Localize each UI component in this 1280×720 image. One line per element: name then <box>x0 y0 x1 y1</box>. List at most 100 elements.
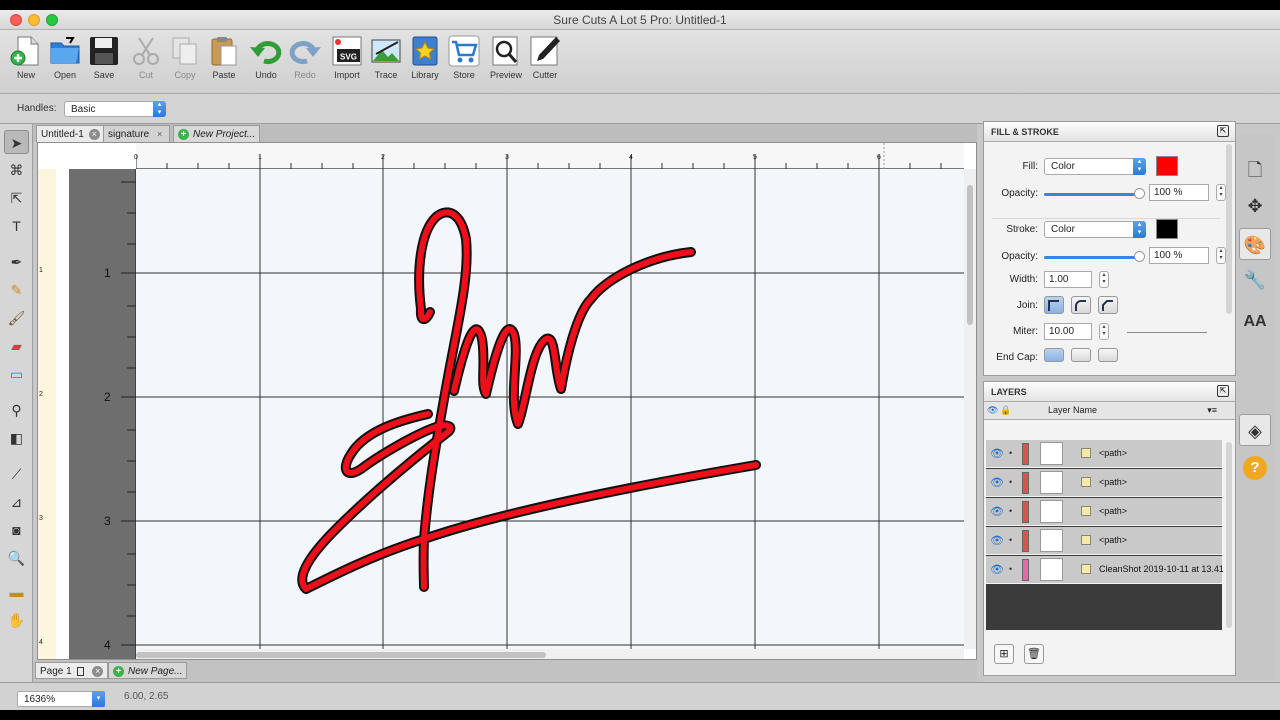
text-settings-tab[interactable]: AA <box>1239 304 1271 336</box>
zoom-tool[interactable]: 🔍 <box>4 546 29 570</box>
text-tool[interactable]: T <box>4 214 29 238</box>
join-bevel-button[interactable] <box>1098 296 1118 314</box>
panel-scrollbar[interactable] <box>1226 144 1232 314</box>
visibility-eye-icon[interactable]: 👁 <box>990 563 1004 576</box>
layer-row[interactable]: 👁 • <path> <box>986 527 1222 555</box>
layer-color-chip[interactable] <box>1022 443 1029 465</box>
tab-signature[interactable]: signature × <box>103 125 171 142</box>
layer-row[interactable]: 👁 • <path> <box>986 498 1222 526</box>
visibility-eye-icon[interactable]: 👁 <box>990 447 1004 460</box>
cap-round-button[interactable] <box>1071 348 1091 362</box>
layers-tab[interactable]: ◈ <box>1239 414 1271 446</box>
layer-color-chip[interactable] <box>1022 501 1029 523</box>
handles-select[interactable]: Basic ▴ ▾ <box>64 101 166 117</box>
lock-dot-icon[interactable]: • <box>1009 448 1012 458</box>
weld-tool[interactable]: ⌘ <box>4 158 29 182</box>
stroke-type-select[interactable]: Color ▴ ▾ <box>1044 221 1146 238</box>
brush-tool[interactable]: 🖌 <box>4 306 29 330</box>
visibility-eye-icon[interactable]: 👁 <box>990 505 1004 518</box>
lock-dot-icon[interactable]: • <box>1009 506 1012 516</box>
new-project-tab[interactable]: + New Project... <box>173 125 261 142</box>
join-miter-button[interactable] <box>1044 296 1064 314</box>
stroke-width-field[interactable]: 1.00 <box>1044 271 1092 288</box>
lock-dot-icon[interactable]: • <box>1009 535 1012 545</box>
horizontal-scroll-thumb[interactable] <box>136 652 546 658</box>
zoom-select[interactable]: 1636% ▾ <box>17 691 105 707</box>
library-button[interactable]: Library <box>405 34 445 90</box>
visibility-eye-icon[interactable]: 👁 <box>990 534 1004 547</box>
tab-page-1[interactable]: Page 1 × <box>35 662 109 679</box>
column-menu-icon[interactable]: ▾≡ <box>1207 405 1217 416</box>
grid-and-signature[interactable] <box>136 169 964 649</box>
store-button[interactable]: Store <box>444 34 484 90</box>
join-round-button[interactable] <box>1071 296 1091 314</box>
stroke-opacity-knob[interactable] <box>1134 251 1145 262</box>
cutter-button[interactable]: Cutter <box>525 34 565 90</box>
stroke-color-swatch[interactable] <box>1156 219 1178 239</box>
paste-button[interactable]: Paste <box>204 34 244 90</box>
layer-color-chip[interactable] <box>1022 530 1029 552</box>
mat-board[interactable] <box>136 169 964 649</box>
document-settings-tab[interactable]: 🗋 <box>1239 154 1271 186</box>
signature-path[interactable] <box>297 207 761 594</box>
stroke-opacity-stepper[interactable]: ▴ ▾ <box>1216 247 1226 264</box>
new-page-tab[interactable]: + New Page... <box>108 662 188 679</box>
vertical-scroll-thumb[interactable] <box>967 185 973 325</box>
cap-square-button[interactable] <box>1098 348 1118 362</box>
tab-untitled-1[interactable]: Untitled-1 × <box>36 125 105 142</box>
undo-button[interactable]: Undo <box>246 34 286 90</box>
layer-row[interactable]: 👁 • <path> <box>986 440 1222 468</box>
effects-tab[interactable]: 🔧 <box>1239 264 1271 296</box>
gradient-tool[interactable]: ◧ <box>4 426 29 450</box>
fill-opacity-field[interactable]: 100 % <box>1149 184 1209 201</box>
measure-tool[interactable]: ▬ <box>4 580 29 604</box>
lock-dot-icon[interactable]: • <box>1009 564 1012 574</box>
import-button[interactable]: SVG Import <box>327 34 367 90</box>
close-tab-icon[interactable]: × <box>154 129 165 140</box>
add-layer-button[interactable]: ⊞ <box>994 644 1014 664</box>
stroke-opacity-field[interactable]: 100 % <box>1149 247 1209 264</box>
miter-field[interactable]: 10.00 <box>1044 323 1092 340</box>
layer-row[interactable]: 👁 • <path> <box>986 469 1222 497</box>
transform-tab[interactable]: ✥ <box>1239 190 1271 222</box>
fill-opacity-knob[interactable] <box>1134 188 1145 199</box>
eraser-tool[interactable]: ▰ <box>4 334 29 358</box>
expand-panel-icon[interactable]: ⇱ <box>1217 125 1229 137</box>
open-button[interactable]: Open <box>45 34 85 90</box>
cap-butt-button[interactable] <box>1044 348 1064 362</box>
miter-stepper[interactable]: ▴ ▾ <box>1099 323 1109 340</box>
layer-row[interactable]: 👁 • CleanShot 2019-10-11 at 13.41 <box>986 556 1223 584</box>
visibility-eye-icon[interactable]: 👁 <box>987 405 998 416</box>
preview-button[interactable]: Preview <box>486 34 526 90</box>
pen-tool[interactable]: ✒ <box>4 250 29 274</box>
new-button[interactable]: New <box>6 34 46 90</box>
pan-tool[interactable]: ✋ <box>4 608 29 632</box>
pencil-tool[interactable]: ✎ <box>4 278 29 302</box>
select-tool[interactable]: ➤ <box>4 130 29 154</box>
copy-button[interactable]: Copy <box>165 34 205 90</box>
close-page-icon[interactable]: × <box>92 666 104 677</box>
layers-list[interactable]: 👁 • <path> 👁 • <path> 👁 • <path> 👁 • <path> <box>986 440 1223 630</box>
node-edit-tool[interactable]: ⇱ <box>4 186 29 210</box>
lock-icon[interactable]: 🔒 <box>1000 405 1011 416</box>
vertical-scrollbar[interactable] <box>964 169 976 649</box>
shape-tool[interactable]: ▭ <box>4 362 29 386</box>
redo-button[interactable]: Redo <box>285 34 325 90</box>
close-tab-icon[interactable]: × <box>88 129 100 140</box>
layer-color-chip[interactable] <box>1022 472 1029 494</box>
canvas-area[interactable]: 1 2 3 4 1 2 3 4 0 1 2 3 4 5 6 <box>37 142 977 660</box>
help-tab[interactable]: ? <box>1239 450 1271 482</box>
eyedropper-tool[interactable]: ⚲ <box>4 398 29 422</box>
cut-button[interactable]: Cut <box>126 34 166 90</box>
stroke-opacity-slider[interactable] <box>1044 256 1138 259</box>
distort-tool[interactable]: ⊿ <box>4 490 29 514</box>
blackout-tool[interactable]: ◙ <box>4 518 29 542</box>
visibility-eye-icon[interactable]: 👁 <box>990 476 1004 489</box>
expand-panel-icon[interactable]: ⇱ <box>1217 385 1229 397</box>
delete-layer-button[interactable]: 🗑 <box>1024 644 1044 664</box>
layers-scrollbar[interactable] <box>1226 442 1232 628</box>
fill-opacity-stepper[interactable]: ▴ ▾ <box>1216 184 1226 201</box>
horizontal-scrollbar[interactable] <box>136 649 964 659</box>
fill-opacity-slider[interactable] <box>1044 193 1138 196</box>
fill-stroke-tab[interactable]: 🎨 <box>1239 228 1271 260</box>
